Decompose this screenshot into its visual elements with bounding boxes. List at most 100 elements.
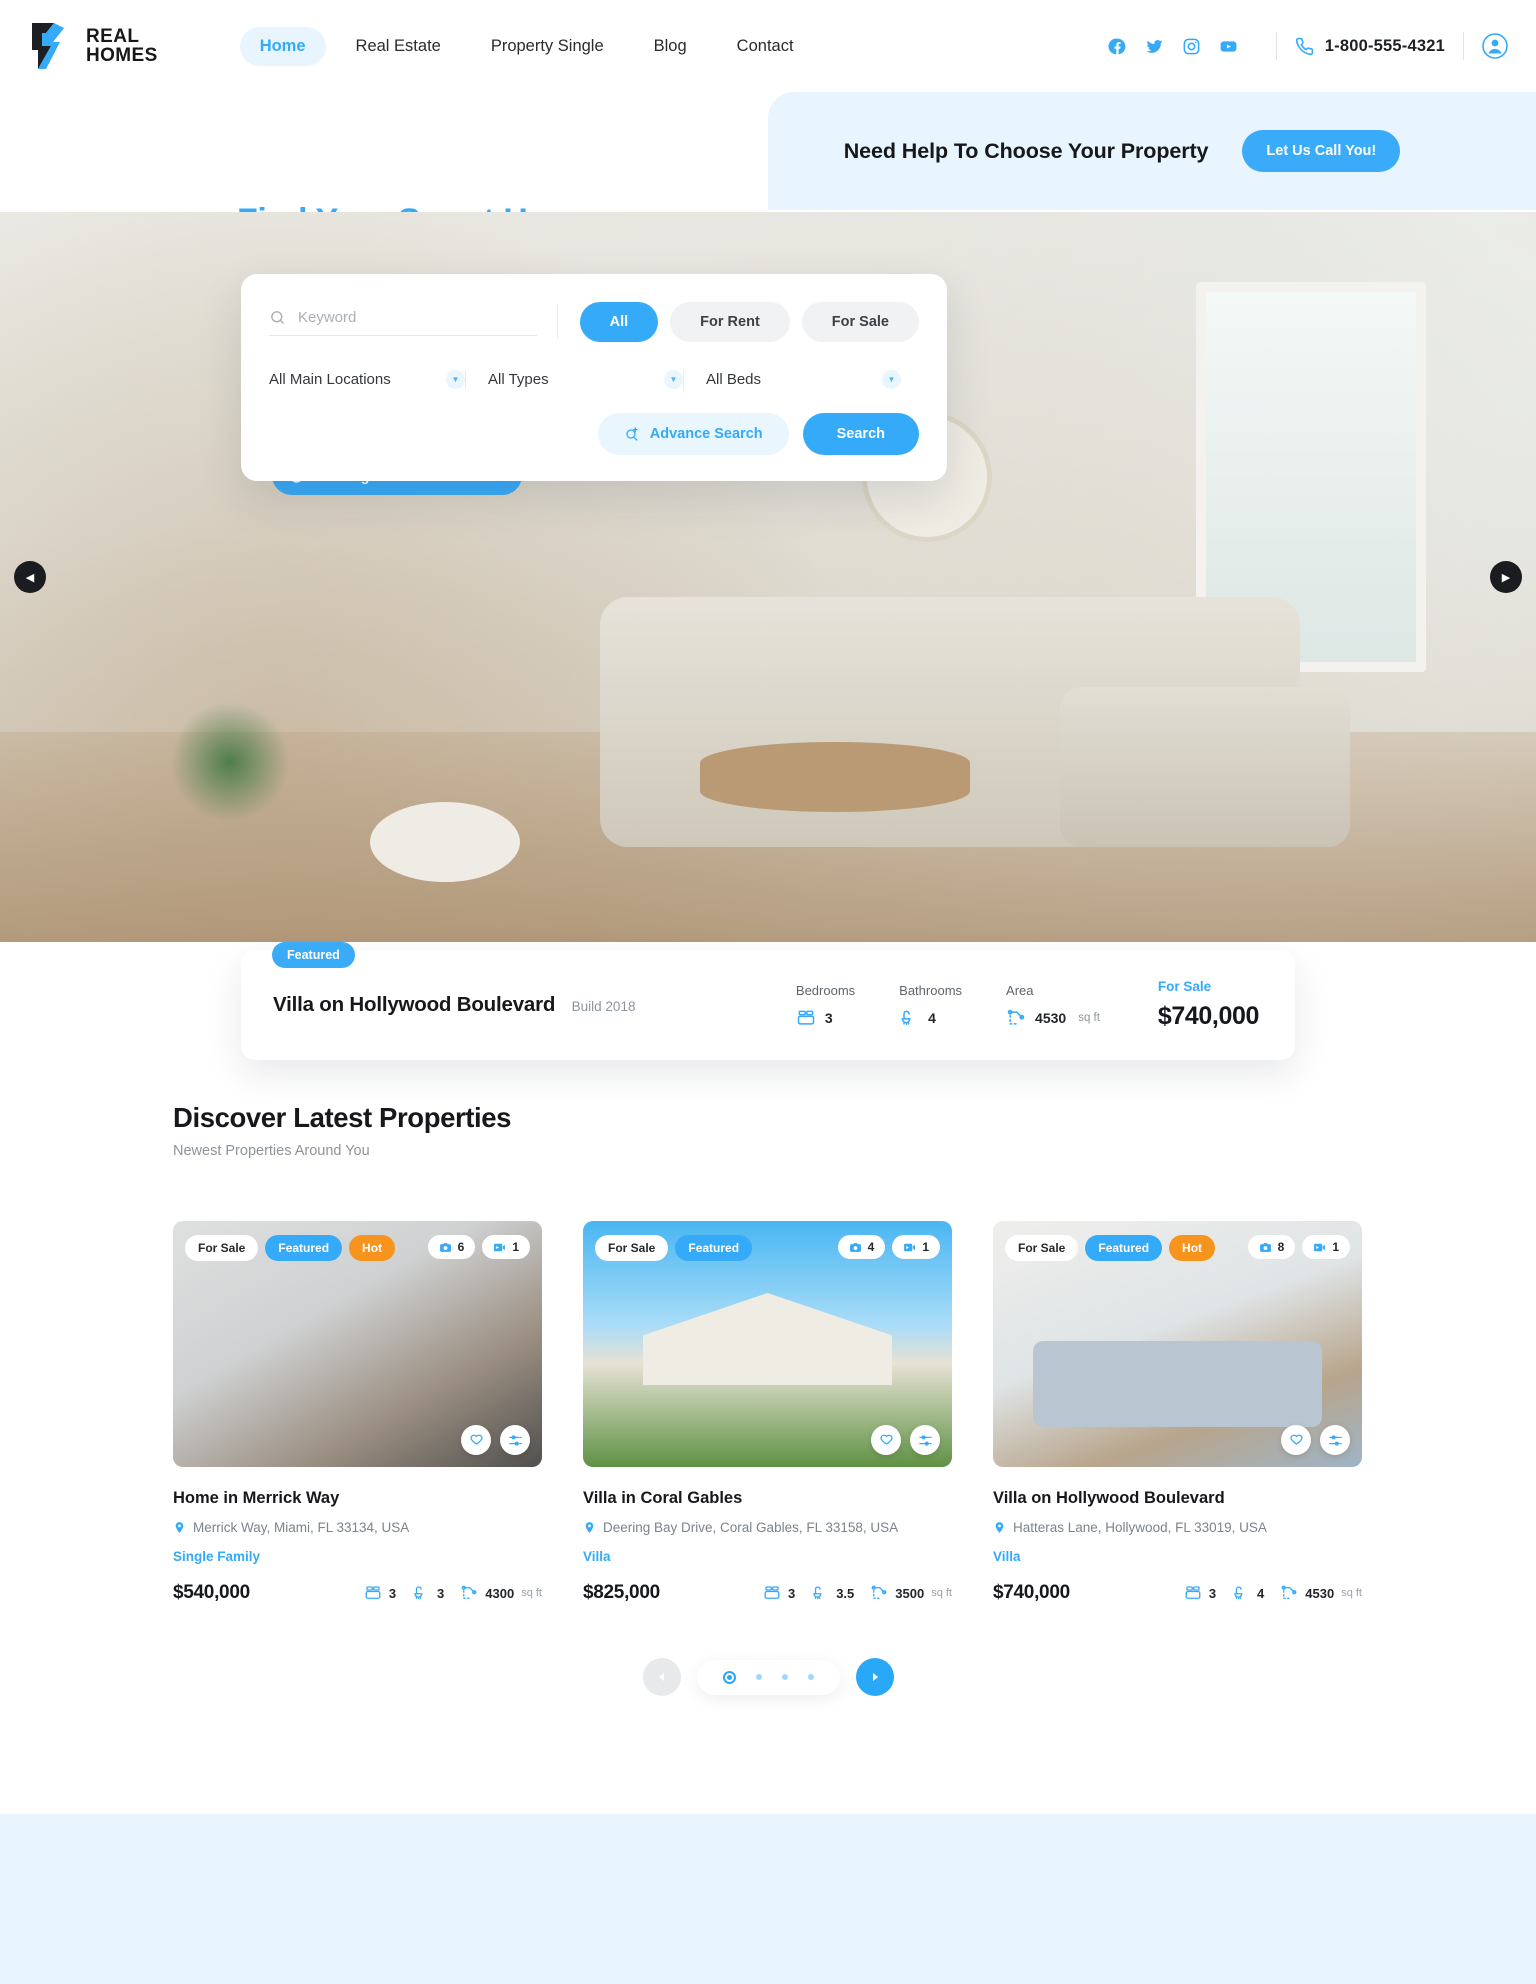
camera-icon	[849, 1241, 862, 1254]
property-card-image[interactable]: For Sale Featured Hot 6 1	[173, 1221, 542, 1467]
carousel-dot-3[interactable]	[781, 1674, 788, 1680]
location-select[interactable]: All Main Locations ▼	[269, 370, 465, 389]
nav-item-blog[interactable]: Blog	[634, 27, 707, 66]
property-card[interactable]: For Sale Featured 4 1 Villa in Coral Gab…	[583, 1221, 952, 1604]
type-select[interactable]: All Types ▼	[465, 370, 683, 389]
header-divider	[1275, 32, 1277, 60]
need-help-text: Need Help To Choose Your Property	[843, 138, 1209, 163]
shower-icon	[1232, 1584, 1250, 1602]
nav-item-real-estate[interactable]: Real Estate	[336, 27, 461, 66]
property-card-title: Villa on Hollywood Boulevard	[993, 1489, 1225, 1507]
carousel-dot-4[interactable]	[807, 1674, 814, 1680]
status-badge: For Sale	[1005, 1235, 1079, 1261]
advance-search-button[interactable]: Advance Search	[597, 413, 789, 455]
card-stat-baths-value: 3.5	[836, 1585, 855, 1601]
search-input[interactable]	[298, 308, 537, 326]
hero-decor-pouf	[370, 802, 520, 882]
tab-for-sale[interactable]: For Sale	[801, 302, 919, 342]
page-title: Discover Latest Properties	[173, 1102, 512, 1133]
compare-sliders-icon[interactable]	[1320, 1425, 1350, 1455]
card-stat-beds: 3	[1184, 1584, 1216, 1602]
area-icon	[460, 1584, 478, 1602]
tab-all[interactable]: All	[579, 302, 659, 342]
area-icon	[1006, 1008, 1026, 1028]
video-counter: 1	[482, 1235, 530, 1259]
compare-sliders-icon[interactable]	[500, 1425, 530, 1455]
property-card-badges: For Sale Featured Hot	[1005, 1235, 1216, 1261]
compare-sliders-icon[interactable]	[910, 1425, 940, 1455]
card-stat-baths: 3.5	[811, 1584, 854, 1602]
hero-next-button[interactable]: ▶	[1490, 561, 1522, 593]
instagram-icon[interactable]	[1182, 37, 1201, 56]
property-card-image[interactable]: For Sale Featured 4 1	[583, 1221, 952, 1467]
card-stat-beds-value: 3	[787, 1585, 796, 1601]
featured-property-stats: Bedrooms 3 Bathrooms 4 Area 4530 sq ft	[796, 983, 1100, 1028]
phone-link[interactable]: 1-800-555-4321	[1295, 37, 1445, 56]
chevron-down-icon: ▼	[446, 370, 465, 389]
card-stat-beds: 3	[364, 1584, 396, 1602]
video-count: 1	[512, 1240, 519, 1254]
map-pin-icon	[583, 1521, 596, 1534]
carousel-dot-1[interactable]	[722, 1670, 736, 1684]
featured-stat-bedrooms-value: 3	[824, 1009, 833, 1026]
card-stat-baths: 4	[1232, 1584, 1264, 1602]
video-count: 1	[1332, 1240, 1339, 1254]
let-us-call-you-button[interactable]: Let Us Call You!	[1242, 130, 1401, 172]
search-button[interactable]: Search	[802, 413, 919, 455]
beds-select[interactable]: All Beds ▼	[683, 370, 901, 389]
youtube-icon[interactable]	[1219, 37, 1238, 56]
card-stat-area-value: 4300	[485, 1585, 515, 1601]
heart-icon[interactable]	[1281, 1425, 1311, 1455]
card-stat-area-value: 4530	[1305, 1585, 1335, 1601]
featured-stat-area: Area 4530 sq ft	[1006, 983, 1100, 1028]
carousel-dots	[696, 1659, 840, 1695]
chevron-down-icon: ▼	[664, 370, 683, 389]
property-card-badges: For Sale Featured Hot	[185, 1235, 396, 1261]
tab-for-rent[interactable]: For Rent	[670, 302, 790, 342]
featured-price: $740,000	[1157, 1002, 1259, 1030]
hero-top-bar: Need Help To Choose Your Property Let Us…	[0, 92, 1536, 240]
header-divider-2	[1463, 32, 1464, 60]
bed-icon	[1184, 1584, 1202, 1602]
card-stat-area-unit: sq ft	[521, 1587, 542, 1599]
carousel-dot-2[interactable]	[755, 1674, 762, 1680]
property-card-badges: For Sale Featured	[595, 1235, 753, 1261]
area-icon	[870, 1584, 888, 1602]
nav-item-contact[interactable]: Contact	[717, 27, 814, 66]
shower-icon	[899, 1008, 919, 1028]
brand-logo[interactable]: REAL HOMES	[24, 20, 158, 72]
hero-prev-button[interactable]: ◀	[14, 561, 46, 593]
search-row-keyword: All For Rent For Sale	[269, 302, 919, 342]
property-card[interactable]: For Sale Featured Hot 8 1 Villa on Holly…	[993, 1221, 1362, 1604]
property-card-address: Deering Bay Drive, Coral Gables, FL 3315…	[583, 1520, 952, 1535]
featured-property-card[interactable]: Villa on Hollywood Boulevard Build 2018 …	[241, 950, 1295, 1060]
carousel-prev-button[interactable]	[642, 1658, 681, 1696]
camera-icon	[439, 1241, 452, 1254]
twitter-icon[interactable]	[1145, 37, 1164, 56]
property-card-title: Villa in Coral Gables	[583, 1489, 743, 1507]
location-select-value: All Main Locations	[269, 371, 391, 388]
heart-icon[interactable]	[871, 1425, 901, 1455]
page-root: REAL HOMES Home Real Estate Property Sing…	[0, 0, 1536, 1984]
card-stat-baths: 3	[412, 1584, 444, 1602]
chevron-down-icon: ▼	[882, 370, 901, 389]
shower-icon	[412, 1584, 430, 1602]
facebook-icon[interactable]	[1108, 37, 1127, 56]
user-account-icon[interactable]	[1482, 33, 1508, 59]
nav-item-property-single[interactable]: Property Single	[471, 27, 624, 66]
video-counter: 1	[892, 1235, 940, 1259]
property-card-price: $740,000	[993, 1582, 1070, 1603]
property-card-stats: 3 4 4530 sq ft	[1184, 1584, 1362, 1602]
photo-count: 4	[867, 1240, 875, 1254]
nav-item-home[interactable]: Home	[239, 26, 326, 66]
property-card-image[interactable]: For Sale Featured Hot 8 1	[993, 1221, 1362, 1467]
card-stat-area-unit: sq ft	[931, 1587, 952, 1599]
video-icon	[1313, 1241, 1326, 1254]
featured-badge: Featured	[1085, 1235, 1163, 1261]
carousel-next-button[interactable]	[855, 1658, 894, 1696]
property-card[interactable]: For Sale Featured Hot 6 1 Home in Merric…	[173, 1221, 542, 1604]
featured-stat-bedrooms-label: Bedrooms	[795, 982, 856, 998]
card-stat-baths-value: 4	[1257, 1585, 1265, 1601]
heart-icon[interactable]	[461, 1425, 491, 1455]
property-card-type: Villa	[583, 1549, 611, 1564]
